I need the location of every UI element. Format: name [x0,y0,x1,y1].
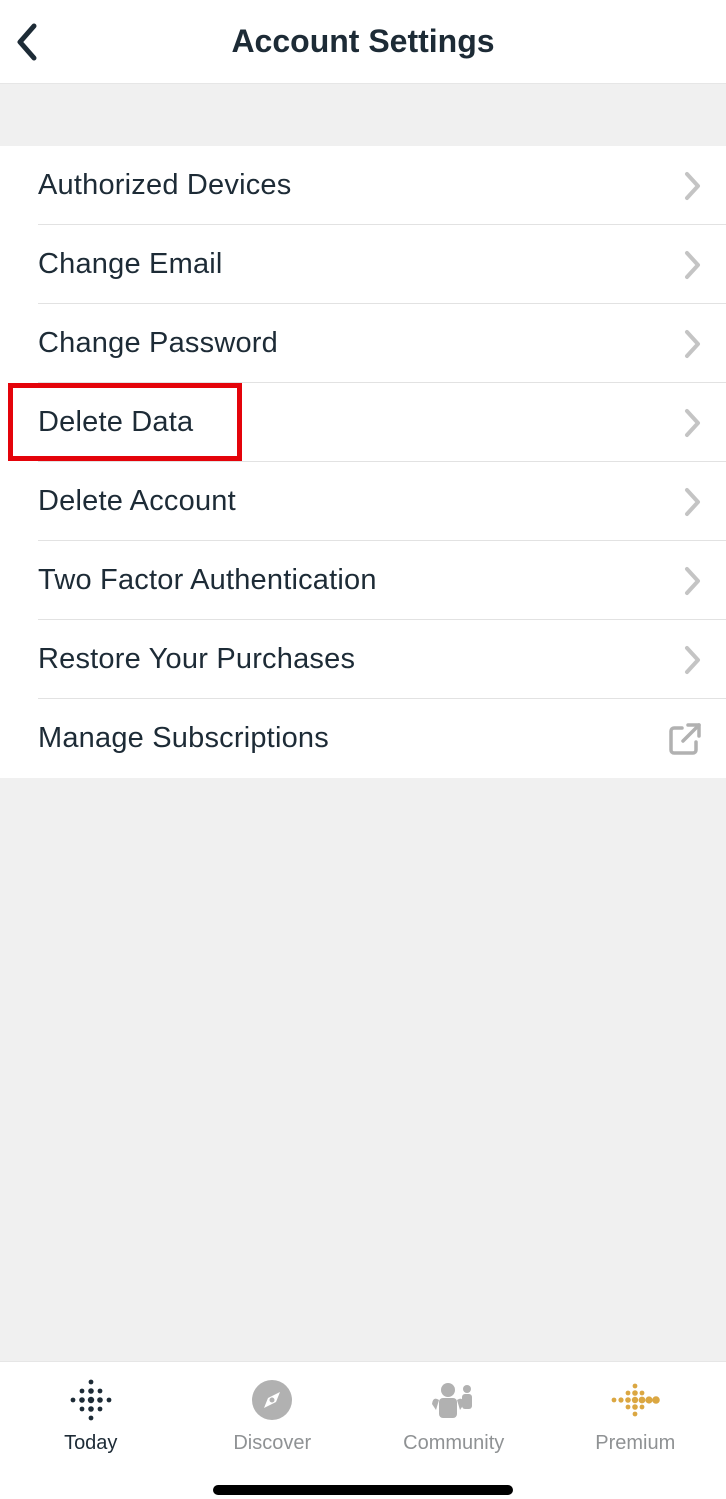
row-label: Change Password [38,327,684,360]
chevron-right-icon [684,566,702,596]
row-restore-your-purchases[interactable]: Restore Your Purchases [0,620,726,699]
chevron-right-icon [684,171,702,201]
row-label: Restore Your Purchases [38,643,684,676]
people-icon [428,1376,480,1424]
row-change-email[interactable]: Change Email [0,225,726,304]
row-label: Manage Subscriptions [38,722,668,755]
row-change-password[interactable]: Change Password [0,304,726,383]
row-delete-data[interactable]: Delete Data [0,383,726,462]
premium-icon [608,1376,662,1424]
tab-today[interactable]: Today [0,1376,182,1499]
row-manage-subscriptions[interactable]: Manage Subscriptions [0,699,726,778]
tab-premium[interactable]: Premium [545,1376,726,1499]
tab-label: Discover [233,1432,311,1455]
back-chevron-icon [14,22,42,62]
screen: Account Settings Authorized Devices Chan… [0,0,726,1499]
compass-icon [248,1376,296,1424]
tab-community[interactable]: Community [363,1376,545,1499]
chevron-right-icon [684,408,702,438]
chevron-right-icon [684,329,702,359]
row-label: Authorized Devices [38,169,684,202]
row-label: Delete Account [38,485,684,518]
chevron-right-icon [684,645,702,675]
header: Account Settings [0,0,726,84]
external-link-icon [668,722,702,756]
section-spacer [0,84,726,146]
page-title: Account Settings [231,23,494,60]
row-label: Delete Data [38,406,684,439]
tab-label: Community [403,1432,504,1455]
row-label: Change Email [38,248,684,281]
row-label: Two Factor Authentication [38,564,684,597]
row-two-factor-authentication[interactable]: Two Factor Authentication [0,541,726,620]
tab-label: Premium [595,1432,675,1455]
chevron-right-icon [684,487,702,517]
home-indicator [213,1485,513,1495]
back-button[interactable] [14,0,42,83]
tab-discover[interactable]: Discover [182,1376,364,1499]
tab-bar: Today Discover Community [0,1361,726,1499]
row-authorized-devices[interactable]: Authorized Devices [0,146,726,225]
settings-list: Authorized Devices Change Email Change P… [0,146,726,778]
row-delete-account[interactable]: Delete Account [0,462,726,541]
tab-label: Today [64,1432,117,1455]
fitbit-icon [67,1376,115,1424]
chevron-right-icon [684,250,702,280]
